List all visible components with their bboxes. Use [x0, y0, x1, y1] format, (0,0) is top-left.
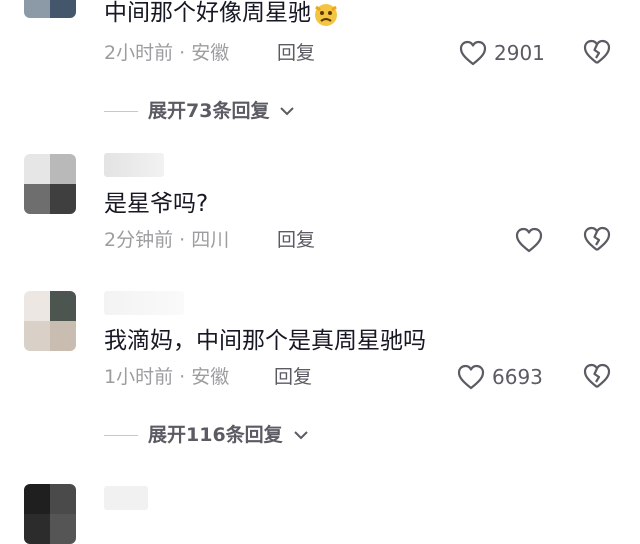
broken-heart-icon	[583, 363, 611, 388]
reply-button[interactable]: 回复	[277, 228, 315, 252]
username[interactable]	[104, 291, 184, 315]
comment-meta: 1小时前 · 安徽	[104, 365, 229, 389]
heart-icon	[459, 40, 487, 66]
heart-icon	[457, 364, 485, 390]
comment-text: 是星爷吗?	[104, 191, 209, 217]
like-count: 2901	[494, 41, 545, 65]
dislike-button[interactable]	[582, 362, 612, 392]
expand-replies-button[interactable]: 展开116条回复	[104, 423, 309, 447]
username[interactable]	[104, 153, 164, 177]
comment-location: 四川	[191, 229, 230, 251]
like-button[interactable]: 2901	[458, 38, 545, 68]
broken-heart-icon	[583, 39, 611, 64]
divider	[104, 110, 138, 112]
like-button[interactable]	[514, 225, 550, 255]
like-count: 6693	[492, 365, 543, 389]
reply-button[interactable]: 回复	[277, 41, 315, 65]
dislike-button[interactable]	[582, 38, 612, 68]
separator: ·	[179, 366, 186, 388]
divider	[104, 434, 138, 436]
separator: ·	[179, 229, 186, 251]
separator: ·	[179, 42, 186, 64]
crying-face-emoji-icon	[311, 2, 341, 26]
comment-time: 2分钟前	[104, 229, 174, 251]
comment-time: 1小时前	[104, 366, 174, 388]
like-button[interactable]: 6693	[456, 362, 543, 392]
expand-replies-label: 展开116条回复	[148, 424, 283, 446]
broken-heart-icon	[583, 226, 611, 251]
avatar[interactable]	[24, 154, 76, 214]
avatar[interactable]	[24, 0, 76, 18]
username[interactable]	[104, 486, 148, 510]
comment-text: 中间那个好像周星驰	[104, 0, 341, 28]
expand-replies-button[interactable]: 展开73条回复	[104, 99, 295, 123]
avatar[interactable]	[24, 484, 76, 544]
avatar[interactable]	[24, 291, 76, 351]
comment-text: 我滴妈，中间那个是真周星驰吗	[104, 328, 426, 354]
comment-time: 2小时前	[104, 42, 174, 64]
dislike-button[interactable]	[582, 225, 612, 255]
chevron-down-icon	[280, 107, 295, 116]
reply-button[interactable]: 回复	[274, 365, 312, 389]
comment-location: 安徽	[191, 366, 230, 388]
expand-replies-label: 展开73条回复	[148, 100, 270, 122]
comment-meta: 2小时前 · 安徽	[104, 41, 229, 65]
comment-location: 安徽	[191, 42, 230, 64]
heart-icon	[515, 227, 543, 253]
chevron-down-icon	[293, 431, 308, 440]
comment-meta: 2分钟前 · 四川	[104, 228, 229, 252]
